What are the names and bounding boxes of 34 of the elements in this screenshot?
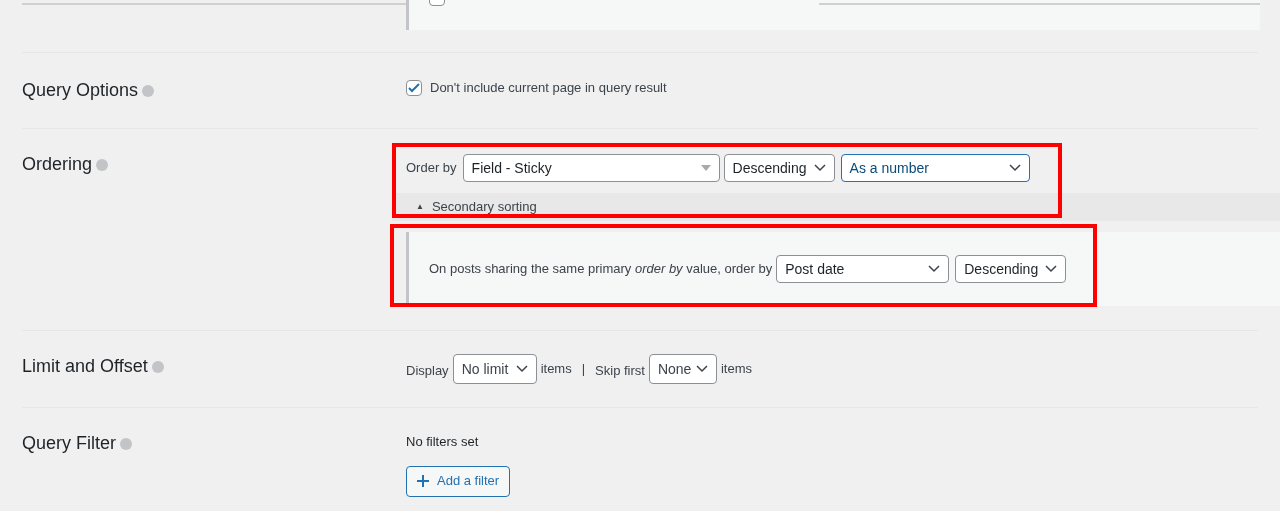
chevron-down-icon — [1008, 164, 1021, 172]
checkbox[interactable] — [406, 79, 422, 96]
sentence: On posts sharing the same primary order by value, order by — [429, 260, 773, 279]
empty-text: No filters set — [406, 433, 480, 451]
section-label: Limit and Offset — [22, 355, 148, 378]
help-icon[interactable] — [96, 158, 109, 171]
field-label: Skip first — [595, 361, 645, 380]
field-label: items — [540, 360, 572, 379]
dropdown[interactable]: No limit — [452, 354, 537, 384]
chevron-down-icon — [813, 164, 826, 172]
plus-icon — [417, 475, 429, 487]
section-label: Query Filter — [22, 432, 117, 455]
add-filter-button[interactable]: Add a filter — [406, 465, 511, 497]
section-label: Ordering — [22, 153, 93, 176]
chevron-down-icon — [695, 365, 708, 373]
help-icon[interactable] — [142, 84, 155, 97]
help-icon[interactable] — [151, 360, 164, 373]
dropdown[interactable]: Field - Sticky — [462, 154, 720, 182]
separator: | — [581, 360, 586, 379]
field-label: Display — [406, 361, 449, 380]
caret-down-icon — [700, 165, 711, 171]
dropdown[interactable]: Descending — [723, 154, 835, 182]
field-label: items — [720, 360, 752, 379]
chevron-down-icon — [928, 265, 941, 273]
chevron-down-icon — [1045, 265, 1058, 273]
dropdown[interactable]: As a number — [840, 154, 1030, 182]
dropdown[interactable]: Descending — [955, 255, 1067, 283]
chevron-down-icon — [515, 365, 528, 373]
dropdown[interactable]: Post date — [776, 255, 950, 283]
help-icon[interactable] — [120, 437, 133, 450]
section-label: Query Options — [22, 79, 139, 102]
checkbox-label: Don't include current page in query result — [430, 79, 667, 97]
dropdown[interactable]: None — [648, 354, 717, 384]
field-label: Order by — [406, 159, 457, 178]
